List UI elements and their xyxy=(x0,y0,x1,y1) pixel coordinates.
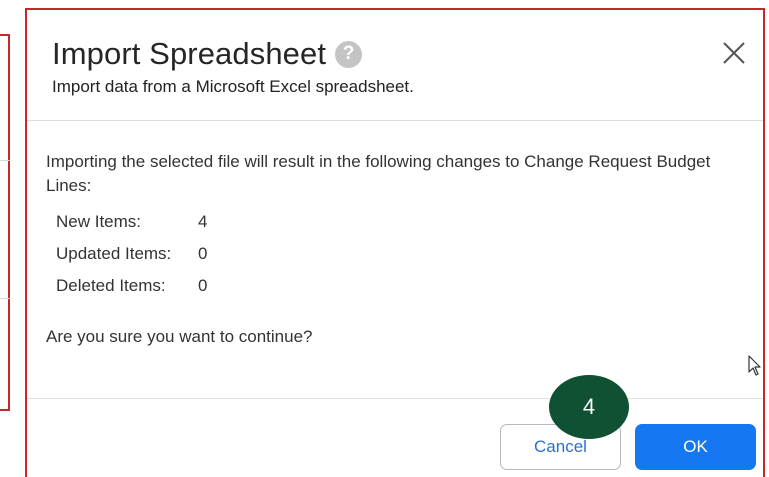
question-mark-icon[interactable]: ? xyxy=(335,40,363,68)
dialog-subtitle: Import data from a Microsoft Excel sprea… xyxy=(52,77,414,96)
changes-row-updated: Updated Items: 0 xyxy=(56,240,207,272)
new-items-label: New Items: xyxy=(56,212,142,231)
dialog-header: Import Spreadsheet ? Import data from a … xyxy=(27,10,763,121)
updated-items-value: 0 xyxy=(198,244,208,263)
changes-row-new: New Items: 4 xyxy=(56,208,207,240)
changes-summary: New Items: 4 Updated Items: 0 Deleted It… xyxy=(56,208,207,304)
deleted-items-label: Deleted Items: xyxy=(56,276,166,295)
background-divider xyxy=(0,160,10,161)
changes-row-deleted: Deleted Items: 0 xyxy=(56,272,207,304)
background-divider xyxy=(0,298,10,299)
dialog-title: Import Spreadsheet xyxy=(52,36,327,71)
step-number-badge: 4 xyxy=(549,375,629,439)
updated-items-label: Updated Items: xyxy=(56,244,172,263)
intro-text-line-2: Lines: xyxy=(46,176,92,195)
dialog-title-row: Import Spreadsheet ? xyxy=(52,36,363,72)
confirm-text: Are you sure you want to continue? xyxy=(46,327,313,346)
ok-button[interactable]: OK xyxy=(635,424,756,470)
close-icon[interactable] xyxy=(719,38,749,68)
dialog-footer-divider xyxy=(27,398,763,399)
import-spreadsheet-dialog: Import Spreadsheet ? Import data from a … xyxy=(25,8,765,477)
dialog-body: Importing the selected file will result … xyxy=(46,150,766,346)
mouse-cursor-icon xyxy=(748,355,761,376)
new-items-value: 4 xyxy=(198,212,208,231)
deleted-items-value: 0 xyxy=(198,276,208,295)
intro-text-line-1: Importing the selected file will result … xyxy=(46,152,711,171)
background-panel xyxy=(0,34,10,411)
